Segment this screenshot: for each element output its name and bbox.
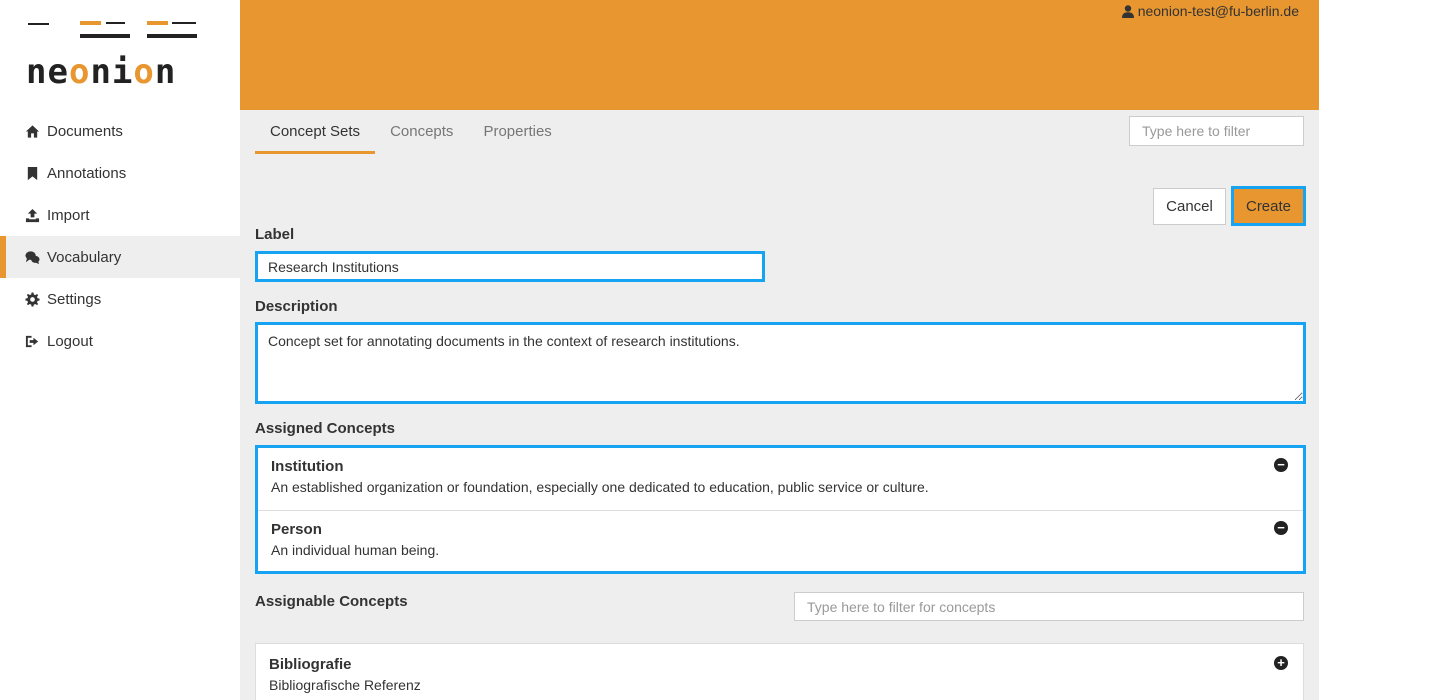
list-item: Bibliografie Bibliografische Referenz + bbox=[256, 644, 1303, 700]
sidebar-nav: Documents Annotations Import Vocabulary … bbox=[0, 110, 240, 362]
concept-description: Bibliografische Referenz bbox=[269, 677, 421, 693]
concept-description: An established organization or foundatio… bbox=[271, 479, 929, 495]
sidebar-item-label: Settings bbox=[47, 290, 102, 308]
sidebar-item-label: Logout bbox=[47, 332, 93, 350]
neonion-logo[interactable]: neonion bbox=[26, 20, 201, 92]
sidebar-item-label: Annotations bbox=[47, 164, 127, 182]
sidebar-item-documents[interactable]: Documents bbox=[0, 110, 240, 152]
list-item: Institution An established organization … bbox=[258, 448, 1303, 510]
assigned-concepts-list: Institution An established organization … bbox=[255, 445, 1306, 574]
tab-concept-sets[interactable]: Concept Sets bbox=[255, 110, 376, 154]
tab-properties[interactable]: Properties bbox=[468, 110, 566, 154]
gear-icon bbox=[24, 291, 40, 307]
label-heading: Label bbox=[255, 226, 295, 243]
chat-bubbles-icon bbox=[24, 249, 40, 265]
upload-icon bbox=[24, 207, 40, 223]
sign-out-icon bbox=[24, 333, 40, 349]
vocabulary-tabs: Concept Sets Concepts Properties bbox=[255, 110, 567, 154]
label-input[interactable] bbox=[255, 251, 765, 282]
user-menu[interactable]: neonion-test@fu-berlin.de bbox=[1121, 3, 1299, 19]
assignable-concepts-list: Bibliografie Bibliografische Referenz + bbox=[255, 643, 1304, 700]
user-email: neonion-test@fu-berlin.de bbox=[1137, 3, 1299, 19]
filter-input[interactable] bbox=[1129, 116, 1304, 146]
top-header: neonion-test@fu-berlin.de bbox=[240, 0, 1319, 110]
sidebar-item-label: Documents bbox=[47, 122, 123, 140]
concept-description: An individual human being. bbox=[271, 542, 440, 558]
sidebar-item-import[interactable]: Import bbox=[0, 194, 240, 236]
logo-text: neonion bbox=[26, 52, 177, 92]
concept-filter-input[interactable] bbox=[794, 592, 1304, 621]
sidebar: neonion Documents Annotations Import Voc… bbox=[0, 0, 240, 700]
create-button[interactable]: Create bbox=[1231, 186, 1306, 226]
sidebar-item-annotations[interactable]: Annotations bbox=[0, 152, 240, 194]
add-concept-icon[interactable]: + bbox=[1274, 656, 1288, 670]
logo-bars bbox=[26, 20, 201, 40]
description-heading: Description bbox=[255, 298, 338, 315]
list-item: Person An individual human being. − bbox=[258, 510, 1303, 572]
bookmark-icon bbox=[24, 165, 40, 181]
description-textarea[interactable]: Concept set for annotating documents in … bbox=[255, 322, 1306, 404]
sidebar-item-label: Import bbox=[47, 206, 90, 224]
concept-name: Institution bbox=[271, 458, 344, 475]
assignable-concepts-heading: Assignable Concepts bbox=[255, 593, 408, 610]
cancel-button[interactable]: Cancel bbox=[1153, 188, 1226, 225]
remove-concept-icon[interactable]: − bbox=[1274, 521, 1288, 535]
assigned-concepts-heading: Assigned Concepts bbox=[255, 420, 396, 437]
main-content: Concept Sets Concepts Properties Cancel … bbox=[240, 110, 1319, 700]
concept-name: Bibliografie bbox=[269, 656, 352, 673]
sidebar-item-vocabulary[interactable]: Vocabulary bbox=[0, 236, 240, 278]
sidebar-item-label: Vocabulary bbox=[47, 248, 122, 266]
user-icon bbox=[1121, 4, 1134, 18]
remove-concept-icon[interactable]: − bbox=[1274, 458, 1288, 472]
sidebar-item-settings[interactable]: Settings bbox=[0, 278, 240, 320]
home-icon bbox=[24, 123, 40, 139]
concept-name: Person bbox=[271, 521, 322, 538]
sidebar-item-logout[interactable]: Logout bbox=[0, 320, 240, 362]
tab-concepts[interactable]: Concepts bbox=[375, 110, 468, 154]
